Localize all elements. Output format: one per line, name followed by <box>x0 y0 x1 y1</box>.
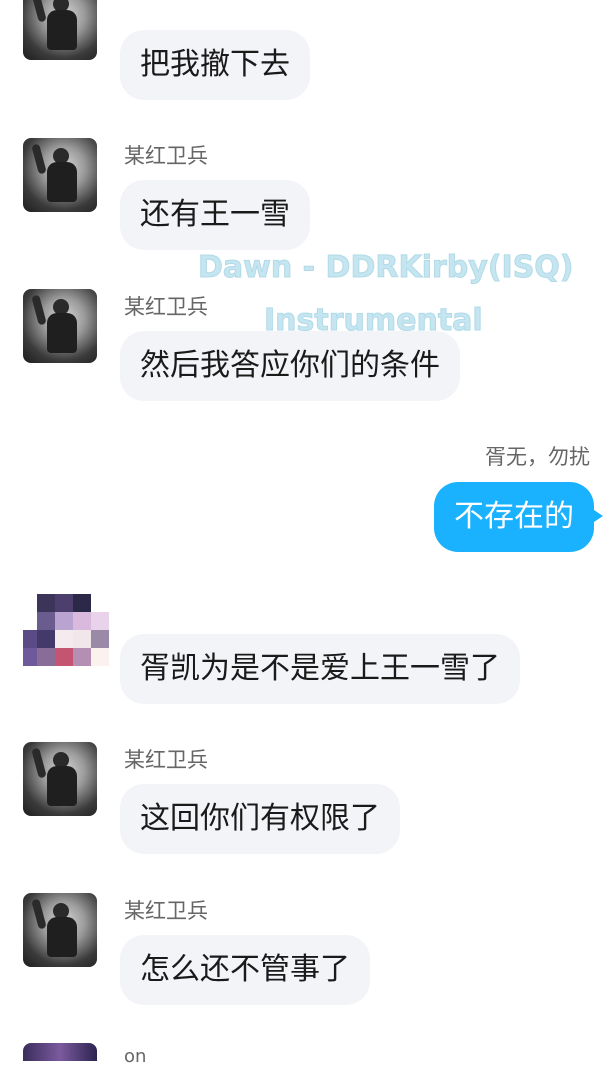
sender-name: on <box>124 1046 147 1067</box>
message-bubble[interactable]: 这回你们有权限了 <box>120 784 400 854</box>
avatar[interactable] <box>23 138 97 212</box>
message-bubble[interactable]: 然后我答应你们的条件 <box>120 331 460 401</box>
avatar[interactable] <box>23 742 97 816</box>
message-bubble[interactable]: 胥凯为是不是爱上王一雪了 <box>120 634 520 704</box>
watermark-line-1: Dawn - DDRKirby(ISQ) <box>198 250 575 286</box>
sender-name: 胥无，勿扰 <box>485 445 590 469</box>
sender-name: 某红卫兵 <box>124 899 208 923</box>
avatar[interactable] <box>23 893 97 967</box>
avatar[interactable] <box>23 594 109 668</box>
avatar[interactable] <box>23 0 97 60</box>
message-bubble-self[interactable]: 不存在的 <box>434 482 603 552</box>
avatar[interactable] <box>23 289 97 363</box>
message-bubble[interactable]: 怎么还不管事了 <box>120 935 370 1005</box>
sender-name: 某红卫兵 <box>124 144 208 168</box>
watermark-line-2: Instrumental <box>264 303 484 339</box>
sender-name: 某红卫兵 <box>124 295 208 319</box>
avatar[interactable] <box>23 1043 97 1061</box>
message-bubble[interactable]: 把我撤下去 <box>120 30 310 100</box>
sender-name: 某红卫兵 <box>124 748 208 772</box>
message-bubble[interactable]: 还有王一雪 <box>120 180 310 250</box>
